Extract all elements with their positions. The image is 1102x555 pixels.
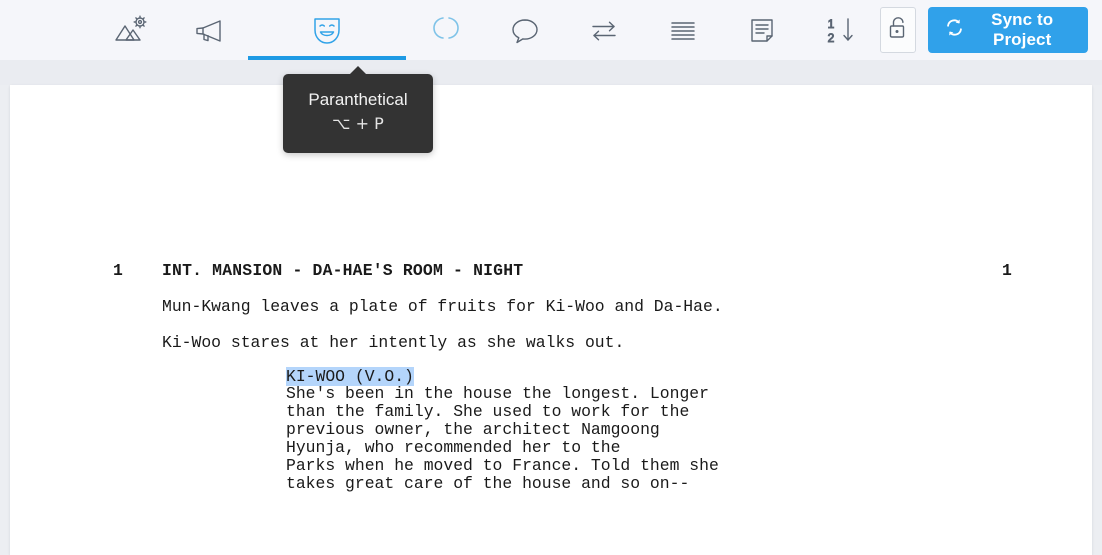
scene-heading-row[interactable]: 1 INT. MANSION - DA-HAE'S ROOM - NIGHT 1 [10,261,1092,283]
lock-button[interactable] [880,7,917,53]
scene-number-right: 1 [1002,261,1012,280]
tooltip-shortcut: ⌥ + P [332,114,384,133]
toolbar-item-transition[interactable] [564,0,643,60]
parentheses-circle-icon [429,11,463,50]
toolbar-item-character[interactable] [248,0,406,60]
toolbar-item-numbering[interactable]: 1 2 [801,0,880,60]
unlocked-padlock-icon [887,15,909,46]
tooltip-title: Paranthetical [308,90,408,109]
action-line-2[interactable]: Ki-Woo stares at her intently as she wal… [162,333,624,352]
sync-to-project-button[interactable]: Sync to Project [928,7,1088,53]
toolbar-item-parenthetical[interactable] [406,0,485,60]
two-way-arrows-icon [587,14,621,46]
svg-text:2: 2 [827,31,834,45]
sync-refresh-icon [945,18,964,42]
script-page[interactable]: 1 INT. MANSION - DA-HAE'S ROOM - NIGHT 1… [10,85,1092,555]
format-toolbar: 1 2 Sync to Project [0,0,1102,60]
toolbar-under-band [0,60,1102,85]
toolbar-item-general[interactable] [643,0,722,60]
scene-heading-text[interactable]: INT. MANSION - DA-HAE'S ROOM - NIGHT [162,261,523,280]
theater-mask-icon [310,13,344,47]
speech-bubble-icon [508,14,542,46]
scene-number-left: 1 [113,261,123,280]
action-line-1[interactable]: Mun-Kwang leaves a plate of fruits for K… [162,297,723,316]
sync-button-label: Sync to Project [991,10,1054,49]
format-tool-group: 1 2 [90,0,880,60]
dialogue-block[interactable]: She's been in the house the longest. Lon… [286,385,719,493]
toolbar-item-scene-heading[interactable] [90,0,169,60]
lines-icon [666,14,700,46]
svg-text:1: 1 [827,17,834,31]
megaphone-icon [191,14,227,46]
toolbar-item-dialogue[interactable] [485,0,564,60]
note-page-icon [745,14,779,46]
parenthetical-tooltip: Paranthetical ⌥ + P [283,66,433,153]
mountains-gear-icon [112,14,148,46]
toolbar-item-action[interactable] [169,0,248,60]
numbered-list-down-icon: 1 2 [821,13,861,47]
toolbar-item-note[interactable] [722,0,801,60]
toolbar-right-actions: Sync to Project [880,7,1102,53]
